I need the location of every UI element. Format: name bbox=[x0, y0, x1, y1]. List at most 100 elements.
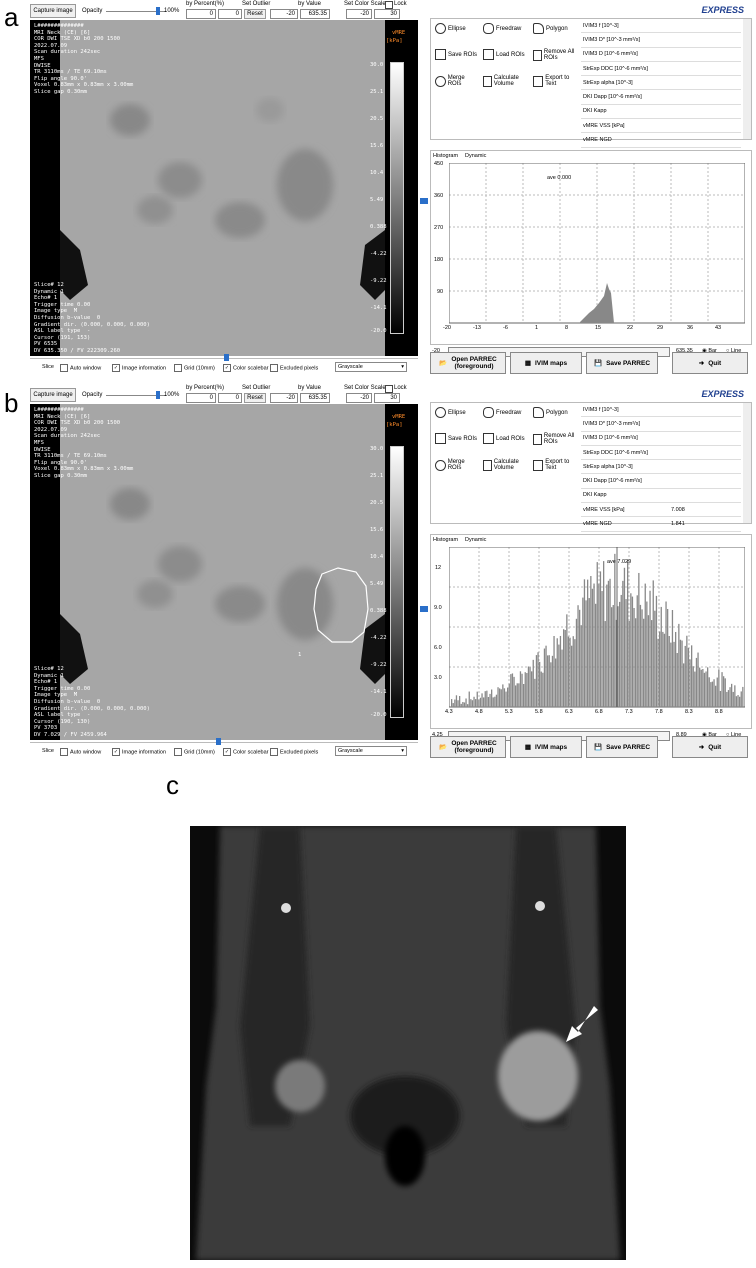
list-item[interactable]: IVIM3 D [10^-6 mm²/s] bbox=[581, 48, 741, 62]
load-rois-button[interactable]: Load ROIs bbox=[483, 433, 527, 444]
remove-all-rois-button[interactable]: Remove All ROIs bbox=[533, 433, 579, 445]
histogram-bar bbox=[663, 633, 666, 707]
excluded-pixels-checkbox[interactable]: Excluded pixels bbox=[270, 748, 318, 756]
slice-slider-handle[interactable] bbox=[216, 738, 221, 745]
image-information-checkbox[interactable]: ✓ Image information bbox=[112, 748, 166, 756]
list-item[interactable]: vMRE NGD 1.841 bbox=[581, 517, 741, 532]
slice-slider-track[interactable] bbox=[30, 742, 418, 743]
save-parrec-button[interactable]: 💾 Save PARREC bbox=[586, 736, 658, 758]
histogram-bar bbox=[660, 606, 662, 707]
capture-image-button[interactable]: Capture image bbox=[30, 4, 76, 18]
save-icon bbox=[435, 433, 446, 444]
mri-viewport[interactable]: 1 L############## MRI Neck (CE) [6] COR … bbox=[30, 404, 418, 740]
lock-checkbox[interactable] bbox=[385, 385, 393, 393]
histogram-bar bbox=[678, 623, 680, 707]
parameter-list[interactable]: IVIM3 f [10^-3] IVIM3 D* [10^-3 mm²/s] I… bbox=[581, 19, 741, 148]
ivim-maps-button[interactable]: ▦ IVIM maps bbox=[510, 736, 582, 758]
opacity-slider-handle[interactable] bbox=[156, 391, 160, 399]
grid-checkbox[interactable]: Grid (10mm) bbox=[174, 364, 215, 372]
merge-rois-button[interactable]: Merge ROIs bbox=[435, 75, 479, 87]
value-high-input[interactable]: 635.35 bbox=[300, 393, 330, 403]
list-item[interactable]: IVIM3 D [10^-6 mm²/s] bbox=[581, 432, 741, 446]
save-icon bbox=[435, 49, 446, 60]
calculate-volume-button[interactable]: Calculate Volume bbox=[483, 459, 529, 471]
mri-viewport[interactable]: L############## MRI Neck (CE) [6] COR DW… bbox=[30, 20, 418, 356]
colormap-select[interactable]: Grayscale ▾ bbox=[335, 362, 407, 372]
list-item[interactable]: StrExp DDC [10^-6 mm²/s] bbox=[581, 446, 741, 461]
ivim-maps-button[interactable]: ▦ IVIM maps bbox=[510, 352, 582, 374]
list-item[interactable]: DKI Kapp bbox=[581, 489, 741, 504]
color-scalebar-checkbox[interactable]: ✓ Color scalebar bbox=[223, 364, 268, 372]
color-scalebar-checkbox[interactable]: ✓ Color scalebar bbox=[223, 748, 268, 756]
list-item[interactable]: DKI Dapp [10^-6 mm²/s] bbox=[581, 90, 741, 105]
quit-button[interactable]: ➜ Quit bbox=[672, 736, 748, 758]
tab-dynamic[interactable]: Dynamic bbox=[465, 153, 486, 159]
auto-window-checkbox[interactable]: Auto window bbox=[60, 364, 101, 372]
value-low-input[interactable]: -20 bbox=[270, 9, 298, 19]
ellipse-button[interactable]: Ellipse bbox=[435, 23, 466, 34]
list-item[interactable]: StrExp alpha [10^-3] bbox=[581, 460, 741, 475]
histogram-bar bbox=[683, 663, 685, 707]
polygon-button[interactable]: Polygon bbox=[533, 23, 568, 34]
list-item[interactable]: DKI Kapp bbox=[581, 105, 741, 120]
list-item[interactable]: IVIM3 D* [10^-3 mm²/s] bbox=[581, 417, 741, 432]
quit-button[interactable]: ➜ Quit bbox=[672, 352, 748, 374]
list-scrollbar[interactable] bbox=[743, 19, 751, 139]
color-scale-high-input[interactable]: 30 bbox=[374, 9, 400, 19]
ellipse-button[interactable]: Ellipse bbox=[435, 407, 466, 418]
percent-low-input[interactable]: 0 bbox=[186, 393, 216, 403]
tab-histogram[interactable]: Histogram bbox=[433, 153, 458, 159]
freedraw-button[interactable]: Freedraw bbox=[483, 407, 521, 418]
value-low-input[interactable]: -20 bbox=[270, 393, 298, 403]
open-parrec-button[interactable]: 📂 Open PARREC (foreground) bbox=[430, 736, 506, 758]
list-item[interactable]: StrExp DDC [10^-6 mm²/s] bbox=[581, 62, 741, 77]
slice-slider-handle[interactable] bbox=[224, 354, 229, 361]
percent-low-input[interactable]: 0 bbox=[186, 9, 216, 19]
save-parrec-button[interactable]: 💾 Save PARREC bbox=[586, 352, 658, 374]
calculate-volume-button[interactable]: Calculate Volume bbox=[483, 75, 529, 87]
freedraw-button[interactable]: Freedraw bbox=[483, 23, 521, 34]
auto-window-checkbox[interactable]: Auto window bbox=[60, 748, 101, 756]
list-item[interactable]: vMRE VSS [kPa] 7.008 bbox=[581, 503, 741, 518]
load-rois-button[interactable]: Load ROIs bbox=[483, 49, 527, 60]
polygon-button[interactable]: Polygon bbox=[533, 407, 568, 418]
image-information-checkbox[interactable]: ✓ Image information bbox=[112, 364, 166, 372]
list-item[interactable]: vMRE VSS [kPa] bbox=[581, 119, 741, 134]
volume-slider-handle[interactable] bbox=[420, 606, 428, 612]
color-scale-low-input[interactable]: -20 bbox=[346, 393, 372, 403]
tab-histogram[interactable]: Histogram bbox=[433, 537, 458, 543]
list-item[interactable]: IVIM3 f [10^-3] bbox=[581, 19, 741, 34]
open-parrec-button[interactable]: 📂 Open PARREC (foreground) bbox=[430, 352, 506, 374]
grid-checkbox[interactable]: Grid (10mm) bbox=[174, 748, 215, 756]
reset-button[interactable]: Reset bbox=[244, 9, 266, 19]
list-item[interactable]: StrExp alpha [10^-3] bbox=[581, 76, 741, 91]
histogram-bar bbox=[601, 591, 603, 707]
parameter-list[interactable]: IVIM3 f [10^-3] IVIM3 D* [10^-3 mm²/s] I… bbox=[581, 403, 741, 532]
save-rois-button[interactable]: Save ROIs bbox=[435, 49, 479, 60]
tab-dynamic[interactable]: Dynamic bbox=[465, 537, 486, 543]
list-scrollbar[interactable] bbox=[743, 403, 751, 523]
export-to-text-button[interactable]: Export to Text bbox=[533, 459, 579, 471]
remove-all-rois-button[interactable]: Remove All ROIs bbox=[533, 49, 579, 61]
export-to-text-button[interactable]: Export to Text bbox=[533, 75, 579, 87]
excluded-pixels-checkbox[interactable]: Excluded pixels bbox=[270, 364, 318, 372]
color-scale-high-input[interactable]: 30 bbox=[374, 393, 400, 403]
colormap-select[interactable]: Grayscale ▾ bbox=[335, 746, 407, 756]
x-tick: 22 bbox=[627, 325, 634, 331]
capture-image-button[interactable]: Capture image bbox=[30, 388, 76, 402]
list-item[interactable]: IVIM3 D* [10^-3 mm²/s] bbox=[581, 33, 741, 48]
save-rois-button[interactable]: Save ROIs bbox=[435, 433, 479, 444]
value-high-input[interactable]: 635.35 bbox=[300, 9, 330, 19]
list-item[interactable]: vMRE NGD bbox=[581, 133, 741, 148]
lock-checkbox[interactable] bbox=[385, 1, 393, 9]
color-scale-low-input[interactable]: -20 bbox=[346, 9, 372, 19]
percent-high-input[interactable]: 0 bbox=[218, 9, 242, 19]
merge-rois-button[interactable]: Merge ROIs bbox=[435, 459, 479, 471]
reset-button[interactable]: Reset bbox=[244, 393, 266, 403]
opacity-slider-handle[interactable] bbox=[156, 7, 160, 15]
percent-high-input[interactable]: 0 bbox=[218, 393, 242, 403]
list-item[interactable]: IVIM3 f [10^-3] bbox=[581, 403, 741, 418]
list-item[interactable]: DKI Dapp [10^-6 mm²/s] bbox=[581, 474, 741, 489]
volume-slider-handle[interactable] bbox=[420, 198, 428, 204]
histogram-bar bbox=[611, 607, 613, 707]
